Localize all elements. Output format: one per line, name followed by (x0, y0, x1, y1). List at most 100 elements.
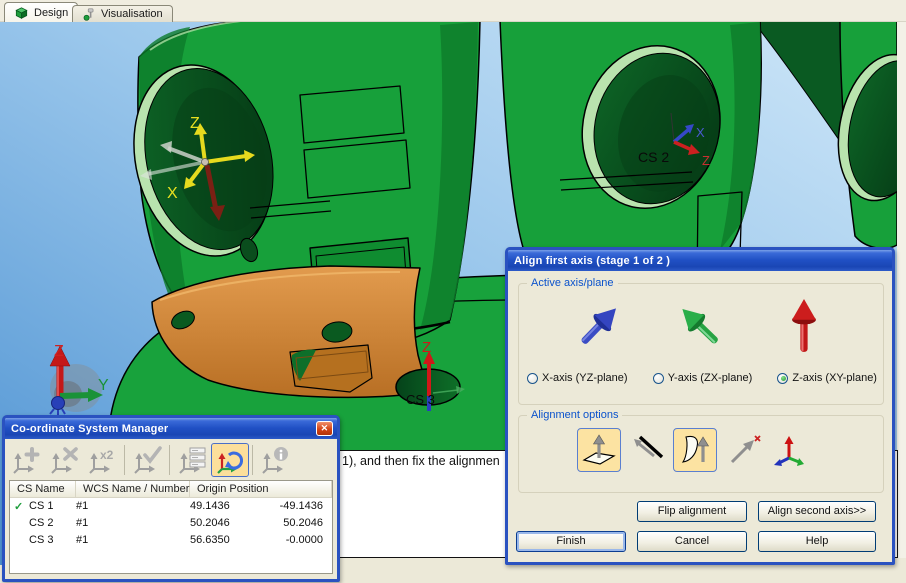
cs3-z-label: Z (422, 339, 431, 356)
svg-text:x2: x2 (100, 448, 114, 462)
z-axis-arrow-icon[interactable] (775, 298, 833, 356)
cs-name: CS 2 (29, 515, 76, 532)
cs-table: CS Name WCS Name / Number Origin Positio… (9, 480, 333, 574)
radio-button-icon[interactable] (527, 373, 538, 384)
align-to-surface-button[interactable] (673, 428, 717, 472)
delete-cs-button[interactable] (45, 443, 83, 477)
reorient-cs-icon (215, 446, 245, 474)
world-y-label: Y (98, 377, 109, 394)
flip-alignment-button[interactable]: Flip alignment (637, 501, 747, 522)
origin-y: -0.0000 (262, 532, 332, 549)
visualisation-icon (82, 8, 96, 21)
toolbar-separator (252, 445, 253, 475)
cs-manager-dialog: Co-ordinate System Manager ✕ (2, 415, 340, 582)
cs-info-button[interactable] (256, 443, 294, 477)
col-origin-position[interactable]: Origin Position (190, 481, 332, 497)
cs2-z-label: Z (702, 153, 710, 168)
radio-y-axis[interactable]: Y-axis (ZX-plane) (653, 372, 753, 384)
tab-visualisation[interactable]: Visualisation (72, 5, 173, 22)
table-row-cs3[interactable]: CS 3 #1 56.6350 -0.0000 (10, 532, 332, 549)
axis-arrow-icons (519, 298, 883, 356)
tab-design[interactable]: Design (4, 2, 78, 22)
right-gutter (897, 22, 906, 583)
cs3-name-label: CS 3 (406, 392, 435, 407)
radio-z-label: Z-axis (XY-plane) (792, 372, 877, 384)
create-cs-icon (11, 446, 41, 474)
wcs-number: #1 (76, 515, 190, 532)
close-icon[interactable]: ✕ (316, 421, 333, 436)
delete-cs-icon (49, 446, 79, 474)
axis-triad-icon[interactable] (771, 433, 807, 467)
align-to-plane-button[interactable] (577, 428, 621, 472)
radio-y-label: Y-axis (ZX-plane) (668, 372, 753, 384)
active-check-icon: ✓ (10, 498, 29, 515)
radio-button-icon[interactable] (777, 373, 788, 384)
toolbar-separator (124, 445, 125, 475)
table-row-cs1[interactable]: ✓ CS 1 #1 49.1436 -49.1436 (10, 498, 332, 515)
wcs-number: #1 (76, 532, 190, 549)
origin-y: 50.2046 (262, 515, 332, 532)
cs2-name-label: CS 2 (638, 149, 669, 165)
plane-normal-icon (581, 432, 617, 468)
active-check-icon (10, 515, 29, 532)
y-axis-arrow-icon[interactable] (672, 298, 730, 356)
radio-x-label: X-axis (YZ-plane) (542, 372, 628, 384)
align-second-axis-button[interactable]: Align second axis>> (758, 501, 876, 522)
align-dialog-titlebar[interactable]: Align first axis (stage 1 of 2 ) (508, 250, 892, 271)
align-dialog-buttons: Flip alignment Align second axis>> Finis… (516, 501, 888, 552)
tab-visualisation-label: Visualisation (101, 8, 163, 20)
col-cs-name[interactable]: CS Name (10, 481, 76, 497)
cs-table-header[interactable]: CS Name WCS Name / Number Origin Positio… (10, 481, 332, 498)
origin-x: 50.2046 (190, 515, 262, 532)
align-to-direction-icon[interactable] (726, 433, 762, 467)
align-axis-dialog: Align first axis (stage 1 of 2 ) Active … (505, 247, 895, 565)
duplicate-cs-icon: x2 (87, 446, 117, 474)
finish-button[interactable]: Finish (516, 531, 626, 552)
cancel-button[interactable]: Cancel (637, 531, 747, 552)
cs-manager-title: Co-ordinate System Manager (11, 423, 316, 435)
cs-name: CS 3 (29, 532, 76, 549)
activate-cs-button[interactable] (128, 443, 166, 477)
origin-x: 49.1436 (190, 498, 262, 515)
tab-design-label: Design (34, 7, 68, 19)
world-z-label: Z (54, 343, 64, 360)
wcs-number: #1 (76, 498, 190, 515)
alignment-options-group: Alignment options (518, 415, 884, 493)
active-axis-group: Active axis/plane (518, 283, 884, 405)
duplicate-cs-button[interactable]: x2 (83, 443, 121, 477)
table-row-cs2[interactable]: CS 2 #1 50.2046 50.2046 (10, 515, 332, 532)
reorient-cs-button[interactable] (211, 443, 249, 477)
origin-y: -49.1436 (262, 498, 332, 515)
cs1-z-label: Z (190, 115, 200, 132)
align-dialog-title: Align first axis (stage 1 of 2 ) (514, 255, 888, 267)
x-axis-arrow-icon[interactable] (569, 298, 627, 356)
design-cube-icon (14, 6, 29, 20)
surface-normal-icon (677, 432, 713, 468)
active-check-icon (10, 532, 29, 549)
radio-x-axis[interactable]: X-axis (YZ-plane) (527, 372, 628, 384)
col-wcs-name[interactable]: WCS Name / Number (76, 481, 190, 497)
alignment-options-label: Alignment options (527, 409, 622, 421)
cs-name: CS 1 (29, 498, 76, 515)
cs-manager-toolbar: x2 (7, 441, 294, 479)
toolbar-separator (169, 445, 170, 475)
radio-button-icon[interactable] (653, 373, 664, 384)
radio-z-axis[interactable]: Z-axis (XY-plane) (777, 372, 877, 384)
application-window: Design Visualisation (0, 0, 906, 583)
activate-cs-icon (132, 446, 162, 474)
help-button[interactable]: Help (758, 531, 876, 552)
align-to-line-icon[interactable] (630, 433, 664, 467)
cs1-x-label: X (167, 185, 178, 202)
cs-manager-titlebar[interactable]: Co-ordinate System Manager ✕ (5, 418, 337, 439)
origin-x: 56.6350 (190, 532, 262, 549)
axis-radio-row: X-axis (YZ-plane) Y-axis (ZX-plane) Z-ax… (527, 372, 877, 384)
tab-bar: Design Visualisation (0, 0, 906, 22)
instruction-text: 1), and then fix the alignmen (342, 454, 500, 468)
active-axis-group-label: Active axis/plane (527, 277, 618, 289)
create-cs-button[interactable] (7, 443, 45, 477)
alignment-option-icons (577, 428, 807, 472)
cs2-x-label: X (696, 125, 705, 140)
cs-info-icon (260, 446, 290, 474)
cs-list-button[interactable] (173, 443, 211, 477)
cs-list-icon (177, 446, 207, 474)
